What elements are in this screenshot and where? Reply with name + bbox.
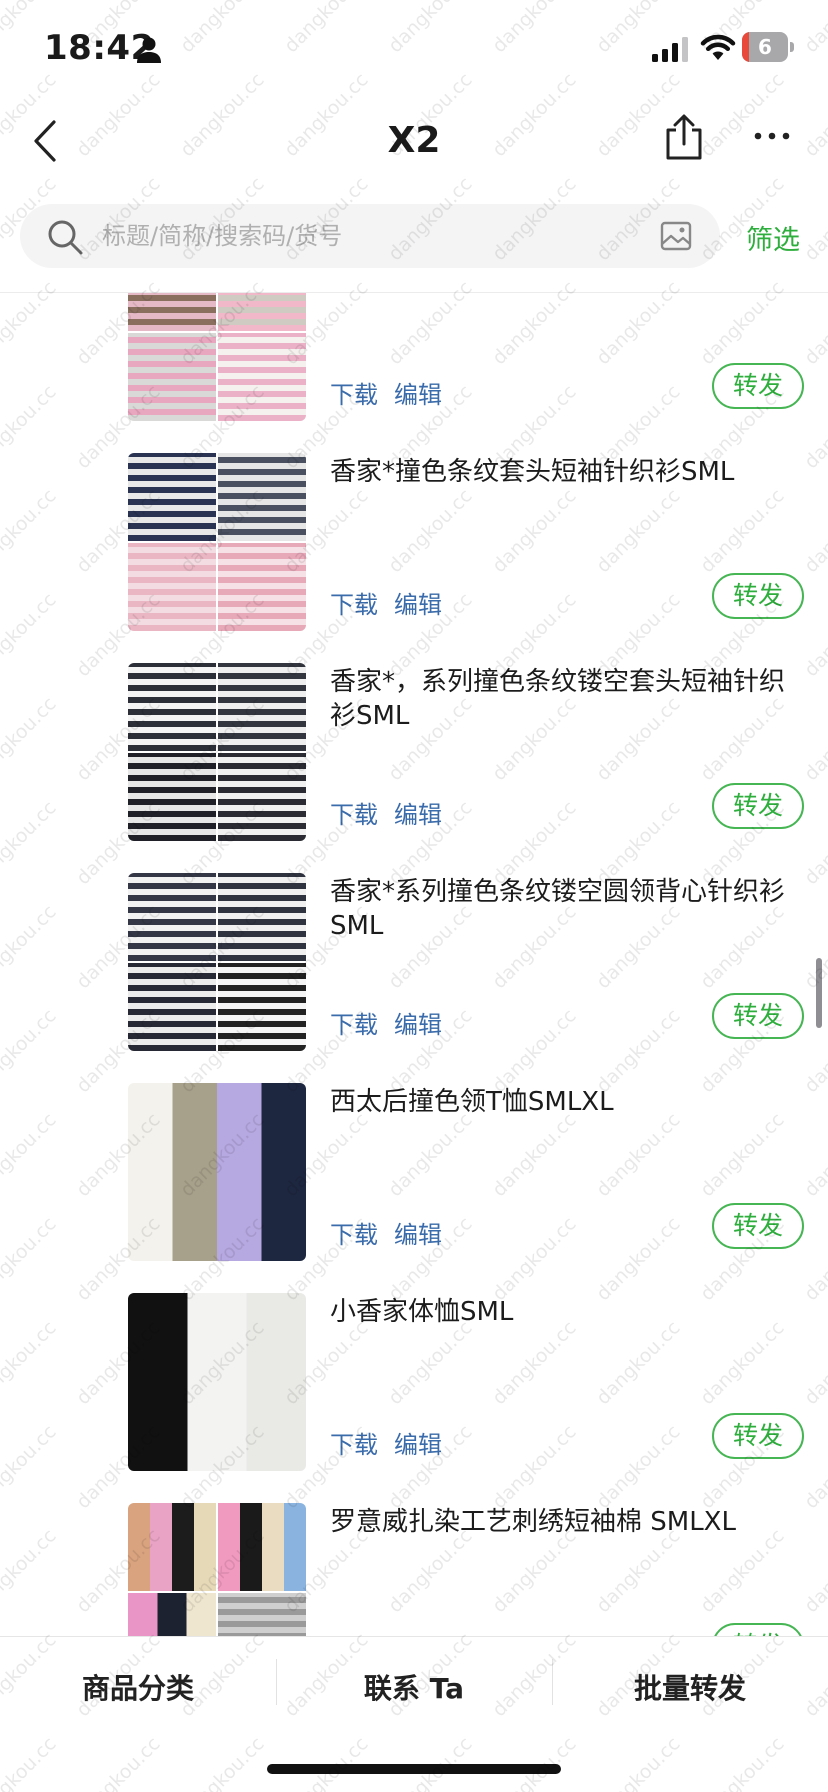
product-thumbnails[interactable] [128,1503,306,1636]
product-thumbnail[interactable] [128,1293,306,1471]
product-thumbnail[interactable] [128,753,216,841]
edit-link[interactable]: 编辑 [394,1005,442,1040]
download-link[interactable]: 下载 [330,1215,378,1250]
product-title: 罗意威扎染工艺刺绣短袖棉 SMLXL [330,1507,736,1537]
product-thumbnail[interactable] [128,293,216,331]
wifi-icon [700,34,736,60]
forward-button[interactable]: 转发 [712,1203,804,1249]
forward-button[interactable]: 转发 [712,783,804,829]
batch-forward-tab[interactable]: 批量转发 [552,1667,828,1707]
battery-level: 6 [758,35,772,59]
product-title: 香家*撞色条纹套头短袖针织衫SML [330,457,735,487]
download-link[interactable]: 下载 [330,375,378,410]
product-thumbnail[interactable] [218,873,306,961]
product-title: 香家*，系列撞色条纹镂空套头短袖针织衫SML [330,667,786,731]
nav-bar: X2 [0,100,828,190]
battery-icon: 6 [742,32,794,62]
product-thumbnail[interactable] [128,1083,306,1261]
edit-link[interactable]: 编辑 [394,795,442,830]
product-list: 下载 编辑 转发 香家*撞色条纹套头短袖针织衫SML 下载 编辑 转发 香家*，系列撞色条纹镂… [0,293,828,1636]
download-link[interactable]: 下载 [330,1425,378,1460]
contact-tab[interactable]: 联系 Ta [276,1667,552,1707]
edit-link[interactable]: 编辑 [394,1425,442,1460]
product-thumbnail[interactable] [128,873,216,961]
product-title: 西太后撞色领T恤SMLXL [330,1087,614,1117]
share-icon[interactable] [662,114,706,160]
product-item[interactable]: 西太后撞色领T恤SMLXL 下载 编辑 转发 [0,1083,828,1293]
product-thumbnail[interactable] [218,1503,306,1591]
product-thumbnail[interactable] [218,753,306,841]
product-thumbnail[interactable] [218,963,306,1051]
forward-button[interactable]: 转发 [712,573,804,619]
product-title: 小香家体恤SML [330,1297,514,1327]
product-thumbnail[interactable] [218,663,306,751]
more-icon[interactable] [752,128,792,144]
product-thumbnail[interactable] [218,543,306,631]
home-indicator [267,1764,561,1774]
product-thumbnails[interactable] [128,663,306,841]
download-link[interactable]: 下载 [330,585,378,620]
product-item[interactable]: 香家*系列撞色条纹镂空圆领背心针织衫SML 下载 编辑 转发 [0,873,828,1083]
product-thumbnails[interactable] [128,873,306,1051]
edit-link[interactable]: 编辑 [394,375,442,410]
download-link[interactable]: 下载 [330,1005,378,1040]
product-thumbnail[interactable] [128,963,216,1051]
product-thumbnail[interactable] [218,293,306,331]
product-thumbnail[interactable] [128,1593,216,1636]
product-thumbnails[interactable] [128,1083,306,1261]
search-bar [20,204,720,268]
product-thumbnails[interactable] [128,1293,306,1471]
signal-icon [652,37,688,62]
forward-button[interactable]: 转发 [712,363,804,409]
category-tab[interactable]: 商品分类 [0,1667,276,1707]
edit-link[interactable]: 编辑 [394,1215,442,1250]
product-item[interactable]: 香家*，系列撞色条纹镂空套头短袖针织衫SML 下载 编辑 转发 [0,663,828,873]
filter-button[interactable]: 筛选 [746,218,800,257]
product-thumbnails[interactable] [128,453,306,631]
product-thumbnails[interactable] [128,293,306,421]
product-list-viewport[interactable]: 下载 编辑 转发 香家*撞色条纹套头短袖针织衫SML 下载 编辑 转发 香家*，系列撞色条纹镂… [0,293,828,1636]
scrollbar[interactable] [816,958,822,1028]
image-search-icon[interactable] [660,220,692,252]
search-input[interactable] [102,216,642,256]
product-thumbnail[interactable] [218,453,306,541]
forward-button[interactable]: 转发 [712,1623,804,1636]
product-item[interactable]: 香家*撞色条纹套头短袖针织衫SML 下载 编辑 转发 [0,453,828,663]
product-thumbnail[interactable] [128,1503,216,1591]
forward-button[interactable]: 转发 [712,993,804,1039]
edit-link[interactable]: 编辑 [394,585,442,620]
product-item[interactable]: 罗意威扎染工艺刺绣短袖棉 SMLXL下载编辑转发 [0,1503,828,1636]
person-icon [137,37,161,63]
product-thumbnail[interactable] [218,333,306,421]
product-thumbnail[interactable] [128,453,216,541]
product-thumbnail[interactable] [128,543,216,631]
download-link[interactable]: 下载 [330,795,378,830]
product-thumbnail[interactable] [128,663,216,751]
status-bar: 18:42 6 [0,0,828,100]
product-title: 香家*系列撞色条纹镂空圆领背心针织衫SML [330,877,786,941]
forward-button[interactable]: 转发 [712,1413,804,1459]
product-thumbnail[interactable] [128,333,216,421]
product-thumbnail[interactable] [218,1593,306,1636]
product-item[interactable]: 小香家体恤SML 下载 编辑 转发 [0,1293,828,1503]
search-icon [48,220,83,255]
product-item[interactable]: 下载 编辑 转发 [0,293,828,453]
